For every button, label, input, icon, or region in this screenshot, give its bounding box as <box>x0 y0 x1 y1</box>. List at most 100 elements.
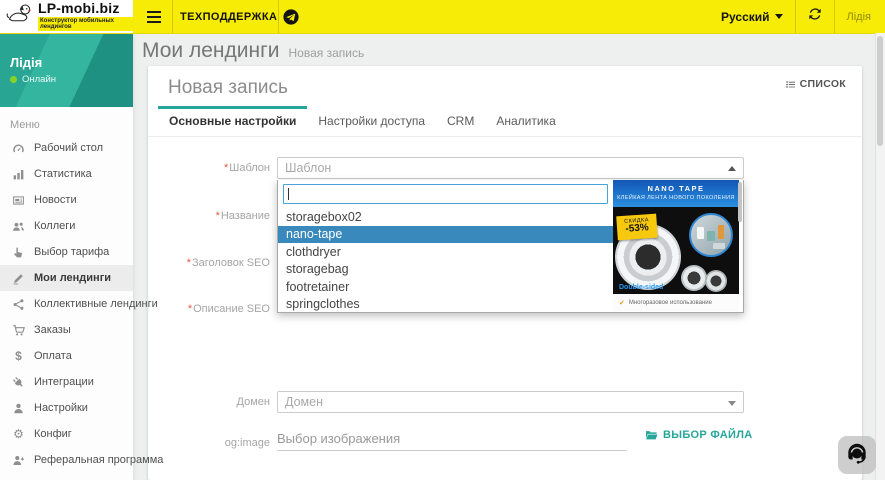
sidebar-item-integrations[interactable]: Интеграции <box>0 369 133 395</box>
tabs: Основные настройки Настройки доступа CRM… <box>148 106 862 137</box>
sidebar-item-label: Мои лендинги <box>34 272 111 284</box>
tab-access-settings[interactable]: Настройки доступа <box>307 106 436 136</box>
news-icon <box>10 194 27 207</box>
dropdown-option-highlighted[interactable]: nano-tape <box>278 226 613 244</box>
tab-crm[interactable]: CRM <box>436 106 485 136</box>
sidebar-item-label: Коллективные лендинги <box>34 298 158 310</box>
folder-icon <box>645 430 658 441</box>
preview-inset-photo <box>689 213 733 257</box>
user-plus-icon <box>10 454 27 467</box>
sidebar-item-label: Настройки <box>34 402 88 414</box>
sidebar-item-payment[interactable]: $ Оплата <box>0 343 133 369</box>
domain-label: Домен <box>148 396 270 408</box>
list-button[interactable]: СПИСОК <box>781 75 850 93</box>
page-title: Мои лендинги <box>142 39 279 63</box>
menu-section-label: Меню <box>10 119 133 131</box>
dropdown-option[interactable]: storagebox02 <box>278 208 613 226</box>
template-preview-thumbnail: NANO TAPE КЛЕЙКАЯ ЛЕНТА НОВОГО ПОКОЛЕНИЯ… <box>613 180 739 311</box>
sidebar-item-faq[interactable]: ? FAQ <box>0 473 133 480</box>
sidebar: Лідія Онлайн Меню Рабочий стол Статистик… <box>0 33 134 480</box>
tape-roll-small-image <box>681 265 707 291</box>
logo-subtitle: Конструктор мобильных лендингов <box>38 17 133 31</box>
sidebar-item-news[interactable]: Новости <box>0 187 133 213</box>
preview-subtitle: КЛЕЙКАЯ ЛЕНТА НОВОГО ПОКОЛЕНИЯ <box>613 195 739 201</box>
sidebar-item-settings[interactable]: Настройки <box>0 395 133 421</box>
og-image-label: og:image <box>148 437 270 449</box>
discount-badge: СКИДКА -53% <box>616 214 658 241</box>
gears-icon: ⚙ <box>10 427 27 441</box>
hamburger-menu-icon[interactable] <box>141 0 167 33</box>
page-scrollbar[interactable] <box>875 33 885 480</box>
domain-select[interactable]: Домен <box>277 391 744 413</box>
dropdown-options: storagebox02 nano-tape clothdryer storag… <box>278 208 613 313</box>
topbar-username[interactable]: Лідія <box>834 0 877 33</box>
dropdown-option[interactable]: springclothes <box>278 296 613 314</box>
sidebar-item-label: Реферальная программа <box>34 454 163 466</box>
hand-pointer-icon <box>10 246 27 259</box>
support-label: ТЕХПОДДЕРЖКА <box>180 11 277 23</box>
preview-feature-text: Многоразовое использование <box>629 300 712 306</box>
sidebar-item-collective-landings[interactable]: Коллективные лендинги <box>0 291 133 317</box>
headset-icon <box>844 440 870 471</box>
dropdown-option[interactable]: storagebag <box>278 261 613 279</box>
dashboard-icon <box>10 142 27 155</box>
preview-feature-row: ✔ Многоразовое использование <box>613 294 739 311</box>
tab-analytics[interactable]: Аналитика <box>485 106 566 136</box>
seo-description-label: *Описание SEO <box>148 303 270 315</box>
dropdown-option[interactable]: footretainer <box>278 278 613 296</box>
tab-main-settings[interactable]: Основные настройки <box>158 106 307 136</box>
sidebar-item-dashboard[interactable]: Рабочий стол <box>0 135 133 161</box>
topbar-divider <box>172 0 173 33</box>
cart-icon <box>10 324 27 337</box>
text-cursor <box>288 188 289 200</box>
bar-chart-icon <box>10 168 27 181</box>
refresh-icon <box>808 7 822 26</box>
scrollbar-thumb[interactable] <box>877 36 883 146</box>
og-image-input[interactable]: Выбор изображения <box>277 426 627 451</box>
template-label: *Шаблон <box>148 162 270 174</box>
sidebar-profile: Лідія Онлайн <box>0 33 133 107</box>
language-selector[interactable]: Русский <box>709 0 795 33</box>
sidebar-item-config[interactable]: ⚙ Конфиг <box>0 421 133 447</box>
dropdown-option[interactable]: clothdryer <box>278 243 613 261</box>
check-icon: ✔ <box>619 299 625 307</box>
user-icon <box>10 402 27 415</box>
logo-title: LP-mobi.biz <box>38 1 133 15</box>
sidebar-item-my-landings[interactable]: Мои лендинги <box>0 265 133 291</box>
preview-caption: Double-sided <box>619 284 663 291</box>
online-status-label: Онлайн <box>22 74 56 85</box>
sidebar-menu: Рабочий стол Статистика Новости Коллеги … <box>0 135 133 480</box>
logo[interactable]: LP-mobi.biz Конструктор мобильных лендин… <box>0 0 133 33</box>
template-dropdown: storagebox02 nano-tape clothdryer storag… <box>277 180 744 313</box>
sidebar-item-referral[interactable]: Реферальная программа <box>0 447 133 473</box>
sidebar-item-tariff[interactable]: Выбор тарифа <box>0 239 133 265</box>
support-chat-widget[interactable] <box>838 436 876 474</box>
dollar-icon: $ <box>10 349 27 363</box>
plug-icon <box>10 376 27 389</box>
list-button-label: СПИСОК <box>800 78 846 90</box>
choose-file-label: ВЫБОР ФАЙЛА <box>663 429 753 441</box>
dropdown-scrollbar[interactable] <box>738 182 742 222</box>
topbar-divider <box>278 0 279 33</box>
support-button[interactable]: ТЕХПОДДЕРЖКА <box>180 0 299 33</box>
chevron-up-icon <box>728 166 736 171</box>
breadcrumb: Новая запись <box>288 46 364 60</box>
sidebar-item-label: Заказы <box>34 324 71 336</box>
dropdown-search-input[interactable] <box>283 184 608 204</box>
telegram-icon <box>283 9 299 25</box>
og-image-placeholder: Выбор изображения <box>277 431 400 446</box>
preview-title: NANO TAPE <box>613 184 739 193</box>
sidebar-item-orders[interactable]: Заказы <box>0 317 133 343</box>
chevron-down-icon <box>728 401 736 406</box>
sidebar-item-statistics[interactable]: Статистика <box>0 161 133 187</box>
users-icon <box>10 220 27 233</box>
choose-file-button[interactable]: ВЫБОР ФАЙЛА <box>645 429 753 441</box>
refresh-button[interactable] <box>795 0 834 33</box>
profile-name: Лідія <box>10 55 42 70</box>
template-select[interactable]: Шаблон <box>277 157 744 179</box>
page-header: Мои лендинги Новая запись <box>142 39 364 63</box>
sidebar-item-label: Коллеги <box>34 220 75 232</box>
sidebar-item-colleagues[interactable]: Коллеги <box>0 213 133 239</box>
app-screen: LP-mobi.biz Конструктор мобильных лендин… <box>0 0 885 480</box>
language-label: Русский <box>721 10 770 24</box>
